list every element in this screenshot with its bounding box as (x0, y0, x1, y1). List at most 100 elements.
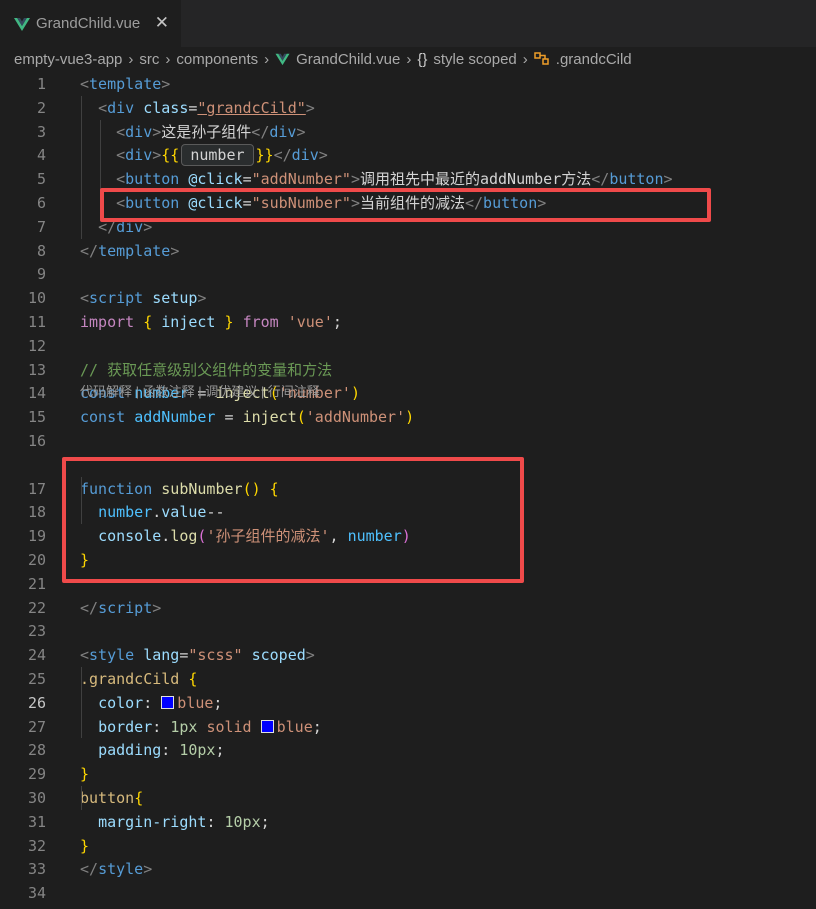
line-number: 4 (36, 146, 46, 165)
code-token: style (89, 646, 135, 665)
css-selector-icon (534, 52, 549, 65)
code-token: > (318, 146, 328, 165)
code-token: < (116, 122, 126, 141)
code-text: import { inject } from 'vue'; (80, 310, 342, 334)
breadcrumb-item-style-scoped[interactable]: style scoped (433, 51, 516, 68)
code-line[interactable]: 13 // 获取任意级别父组件的变量和方法 (0, 358, 816, 382)
code-token: </ (80, 860, 99, 879)
code-text: </template> (80, 239, 179, 263)
code-token: } (80, 765, 90, 784)
code-token: script (98, 598, 153, 617)
breadcrumb-item-project[interactable]: empty-vue3-app (14, 51, 122, 68)
code-line[interactable]: 10 <script setup> (0, 286, 816, 310)
code-token: } (80, 836, 90, 855)
chevron-right-icon: › (522, 50, 528, 68)
line-number: 26 (27, 693, 46, 712)
code-line[interactable]: 8 </template> (0, 239, 816, 263)
code-line[interactable]: 24 <style lang="scss" scoped> (0, 643, 816, 667)
code-token: 调用祖先中最近的addNumber方法 (359, 170, 592, 189)
code-text: </script> (80, 596, 161, 620)
code-token: button (609, 170, 664, 189)
code-token: } (224, 313, 234, 331)
code-line[interactable]: 2 <div class="grandcCild"> (0, 96, 816, 120)
code-token: > (152, 598, 162, 617)
codelens-actions[interactable]: 代码解释 | 函数注释 | 调优建议 | 行间注释 (80, 384, 320, 400)
code-line[interactable]: 1 <template> (0, 72, 816, 96)
breadcrumb: empty-vue3-app › src › components › Gran… (0, 47, 816, 71)
code-text: <style lang="scss" scoped> (80, 643, 315, 667)
code-line[interactable]: 31 margin-right: 10px; (0, 810, 816, 834)
breadcrumb-item-selector[interactable]: .grandcCild (556, 51, 632, 68)
code-line[interactable]: 23 (0, 619, 816, 643)
code-line[interactable]: 11 import { inject } from 'vue'; (0, 310, 816, 334)
code-line[interactable]: 25 .grandcCild { (0, 667, 816, 691)
breadcrumb-item-components[interactable]: components (176, 51, 258, 68)
breadcrumb-item-src[interactable]: src (139, 51, 159, 68)
code-text: <div class="grandcCild"> (80, 96, 315, 120)
code-token: addNumber (134, 408, 216, 427)
code-token: div (291, 146, 319, 165)
code-token: inject (242, 408, 297, 427)
code-line[interactable]: 29} (0, 762, 816, 786)
code-line[interactable]: 32} (0, 834, 816, 858)
line-number: 34 (27, 884, 46, 903)
code-token: < (80, 289, 90, 308)
code-token: > (143, 860, 153, 879)
inlay-hint: number (181, 144, 254, 167)
code-line[interactable]: 27 border: 1px solid blue; (0, 715, 816, 739)
tab-grandchild-vue[interactable]: GrandChild.vue ✕ (0, 0, 181, 47)
code-line[interactable]: 34 (0, 881, 816, 905)
chevron-right-icon: › (165, 50, 171, 68)
code-token: ; (312, 717, 322, 736)
color-swatch-icon[interactable] (161, 695, 175, 709)
code-token: > (170, 241, 180, 260)
code-token: "scss" (188, 646, 243, 665)
code-line[interactable]: 16 (0, 429, 816, 453)
code-token: solid (206, 717, 252, 736)
code-line[interactable]: 22 </script> (0, 596, 816, 620)
code-token: div (125, 122, 153, 141)
code-token: scoped (251, 646, 306, 665)
line-number: 3 (36, 122, 46, 141)
code-text: <div>这是孙子组件</div> (80, 120, 305, 144)
color-swatch-icon[interactable] (260, 719, 274, 733)
code-text: button{ (80, 786, 143, 810)
code-token: script (89, 289, 144, 308)
code-token: > (161, 75, 171, 93)
code-line[interactable]: 3 <div>这是孙子组件</div> (0, 120, 816, 144)
code-line[interactable]: 33 </style> (0, 857, 816, 881)
code-token: ( (296, 408, 306, 427)
code-token: </ (80, 241, 99, 260)
code-text: padding: 10px; (80, 738, 224, 762)
close-tab-icon[interactable]: ✕ (155, 13, 169, 33)
code-token: "grandcCild" (197, 98, 306, 117)
code-token: 10px (224, 812, 261, 831)
code-text: color: blue; (80, 691, 222, 715)
code-text: // 获取任意级别父组件的变量和方法 (80, 358, 332, 382)
code-line[interactable]: 30 button{ (0, 786, 816, 810)
code-line[interactable]: 12 (0, 334, 816, 358)
code-token: : (161, 741, 180, 760)
code-token: {{ (161, 146, 180, 165)
code-token: { (188, 670, 198, 688)
code-line[interactable]: 28 padding: 10px; (0, 738, 816, 762)
indent-guide (81, 667, 82, 739)
code-line[interactable]: 9 (0, 262, 816, 286)
line-number: 29 (27, 765, 46, 784)
code-token: template (89, 75, 162, 93)
code-token: < (80, 646, 90, 665)
code-line[interactable]: 15 const addNumber = inject('addNumber') (0, 405, 816, 429)
breadcrumb-item-file[interactable]: GrandChild.vue (296, 51, 400, 68)
line-number: 27 (27, 717, 46, 736)
code-line[interactable]: 4 <div>{{number}}</div> (0, 143, 816, 167)
code-line[interactable]: 26 color: blue; (0, 691, 816, 715)
